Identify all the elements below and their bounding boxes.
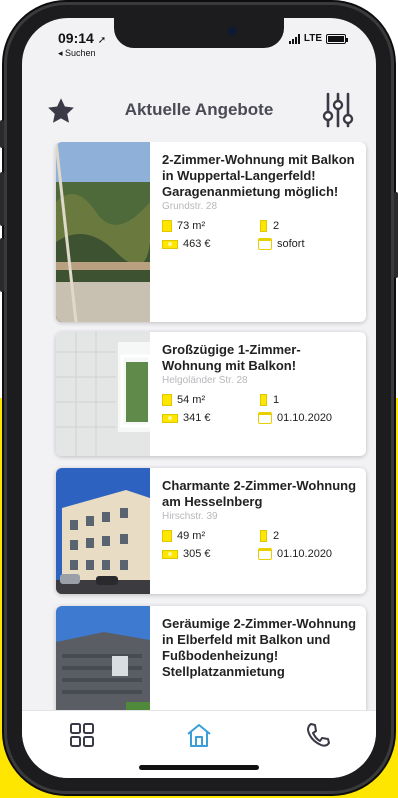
listing-info: Geräumige 2-Zimmer-Wohnung in Elberfeld … — [162, 616, 358, 680]
area-icon — [162, 220, 172, 232]
volume-down-button — [0, 238, 4, 292]
available-fact: sofort — [258, 238, 338, 250]
listing-title: Charmante 2-Zimmer-Wohnung am Hesselnber… — [162, 478, 357, 509]
tab-bar — [22, 710, 376, 778]
calendar-icon — [258, 548, 272, 560]
door-icon — [260, 220, 267, 232]
power-button — [394, 192, 398, 278]
grid-icon[interactable] — [68, 721, 96, 749]
home-icon[interactable] — [185, 721, 213, 749]
phone-frame: 09:14 ➚ ◂ Suchen LTE Aktuelle Angebote 2… — [0, 2, 398, 794]
listing-facts: 73 m² 2 463 € sofort — [162, 220, 358, 250]
rooms-fact: 1 — [258, 394, 338, 406]
app-header: Aktuelle Angebote — [22, 92, 376, 136]
listing-card[interactable]: Großzügige 1-Zimmer-Wohnung mit Balkon! … — [56, 332, 366, 456]
network-label: LTE — [303, 33, 322, 44]
listing-card[interactable]: Charmante 2-Zimmer-Wohnung am Hesselnber… — [56, 468, 366, 594]
listing-info: Charmante 2-Zimmer-Wohnung am Hesselnber… — [162, 478, 358, 560]
area-fact: 54 m² — [162, 394, 258, 406]
money-icon — [162, 549, 178, 559]
listing-facts: 49 m² 2 305 € 01.10.2020 — [162, 530, 358, 560]
listing-photo — [56, 468, 150, 594]
listing-title: 2-Zimmer-Wohnung mit Balkon in Wuppertal… — [162, 152, 355, 199]
battery-icon — [326, 33, 348, 44]
rooms-fact: 2 — [258, 530, 338, 542]
rent-fact: 341 € — [162, 412, 258, 424]
phone-icon[interactable] — [304, 721, 332, 749]
calendar-icon — [258, 238, 272, 250]
money-icon — [162, 413, 178, 423]
listing-list[interactable]: 2-Zimmer-Wohnung mit Balkon in Wuppertal… — [22, 142, 376, 710]
status-time: 09:14 ➚ — [58, 30, 107, 46]
money-icon — [162, 239, 178, 249]
door-icon — [260, 394, 267, 406]
listing-photo — [56, 142, 150, 322]
signal-icon — [288, 33, 300, 44]
listing-title: Geräumige 2-Zimmer-Wohnung in Elberfeld … — [162, 616, 357, 679]
area-icon — [162, 530, 172, 542]
available-fact: 01.10.2020 — [258, 548, 338, 560]
rent-fact: 305 € — [162, 548, 258, 560]
home-indicator — [139, 765, 259, 770]
listing-info: Großzügige 1-Zimmer-Wohnung mit Balkon! … — [162, 342, 358, 424]
available-fact: 01.10.2020 — [258, 412, 338, 424]
listing-photo — [56, 606, 150, 710]
app-screen: 09:14 ➚ ◂ Suchen LTE Aktuelle Angebote 2… — [22, 18, 376, 778]
listing-photo — [56, 332, 150, 456]
status-indicators: LTE — [288, 33, 348, 44]
listing-title: Großzügige 1-Zimmer-Wohnung mit Balkon! — [162, 342, 301, 373]
area-icon — [162, 394, 172, 406]
listing-address: Hirschstr. 39 — [162, 511, 218, 522]
volume-up-button — [0, 172, 4, 226]
door-icon — [260, 530, 267, 542]
mute-switch — [0, 120, 4, 148]
sliders-icon[interactable] — [322, 92, 354, 128]
listing-card[interactable]: 2-Zimmer-Wohnung mit Balkon in Wuppertal… — [56, 142, 366, 322]
rent-fact: 463 € — [162, 238, 258, 250]
listing-card[interactable]: Geräumige 2-Zimmer-Wohnung in Elberfeld … — [56, 606, 366, 710]
area-fact: 73 m² — [162, 220, 258, 232]
rooms-fact: 2 — [258, 220, 338, 232]
area-fact: 49 m² — [162, 530, 258, 542]
calendar-icon — [258, 412, 272, 424]
back-to-app-link[interactable]: ◂ Suchen — [58, 48, 96, 59]
notch — [114, 18, 284, 48]
listing-info: 2-Zimmer-Wohnung mit Balkon in Wuppertal… — [162, 152, 358, 250]
listing-facts: 54 m² 1 341 € 01.10.2020 — [162, 394, 358, 424]
listing-address: Grundstr. 28 — [162, 201, 218, 212]
listing-address: Helgoländer Str. 28 — [162, 375, 248, 386]
